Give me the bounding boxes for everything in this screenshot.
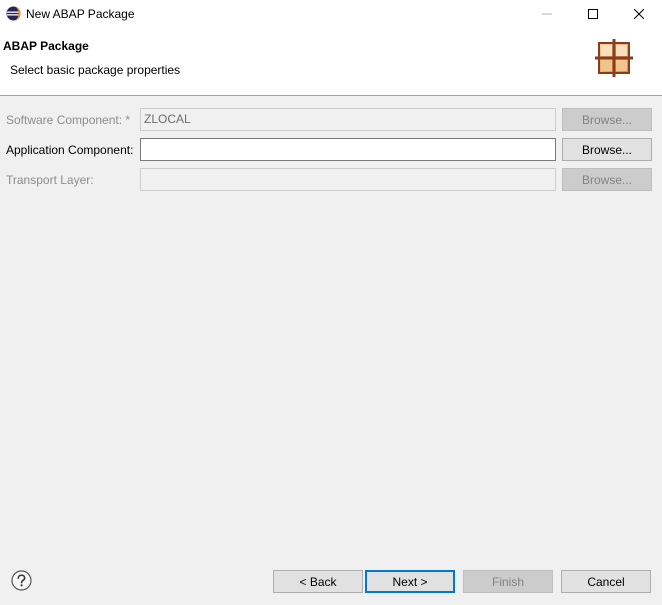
help-icon[interactable] [11,570,32,591]
software-component-field: ZLOCAL [140,108,556,131]
close-icon [634,9,644,19]
page-description: Select basic package properties [10,63,181,77]
title-bar: New ABAP Package [0,0,662,28]
next-button[interactable]: Next > [365,570,455,593]
eclipse-icon [6,6,21,21]
application-component-field[interactable] [140,138,556,161]
minimize-icon [542,13,552,15]
maximize-button[interactable] [570,0,616,28]
transport-layer-field [140,168,556,191]
transport-layer-row: Transport Layer: Browse... [0,168,662,192]
application-component-label: Application Component: [6,143,134,157]
transport-layer-label: Transport Layer: [6,173,94,187]
software-component-row: Software Component: * ZLOCAL Browse... [0,108,662,132]
close-button[interactable] [616,0,662,28]
maximize-icon [588,9,598,19]
application-component-row: Application Component: Browse... [0,138,662,162]
package-icon [595,39,633,77]
transport-layer-browse-button: Browse... [562,168,652,191]
application-component-browse-button[interactable]: Browse... [562,138,652,161]
window-title: New ABAP Package [26,7,135,21]
cancel-button[interactable]: Cancel [561,570,651,593]
wizard-banner: ABAP Package Select basic package proper… [0,28,662,96]
page-title: ABAP Package [3,39,89,53]
back-button[interactable]: < Back [273,570,363,593]
software-component-browse-button: Browse... [562,108,652,131]
minimize-button[interactable] [524,0,570,28]
software-component-label: Software Component: * [6,113,131,127]
new-abap-package-dialog: New ABAP Package ABAP Package Select bas… [0,0,662,605]
finish-button: Finish [463,570,553,593]
